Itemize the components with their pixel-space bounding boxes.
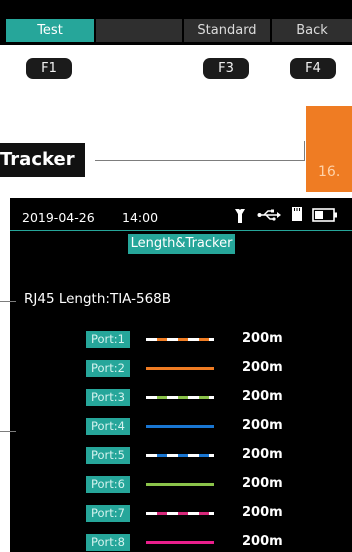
- callout-leader-line: [95, 160, 304, 161]
- port-length: 200m: [242, 418, 283, 433]
- port-length: 200m: [242, 505, 283, 520]
- standard-leader-line: [0, 301, 16, 302]
- wire-magenta: [146, 541, 214, 544]
- status-date: 2019-04-26: [22, 210, 95, 225]
- status-divider: [10, 230, 352, 231]
- wiremap-leader-line: [0, 431, 16, 432]
- torch-icon: [235, 208, 245, 223]
- port-badge: Port:3: [86, 389, 130, 406]
- wire-white-orange: [146, 338, 214, 341]
- port-badge: Port:7: [86, 505, 130, 522]
- softkey-back[interactable]: Back: [272, 19, 352, 42]
- screen-title: Length&Tracker: [128, 234, 235, 254]
- standard-text: RJ45 Length:TIA-568B: [24, 291, 172, 307]
- callout-label: Tracker: [0, 143, 85, 177]
- port-length: 200m: [242, 447, 283, 462]
- f3-key[interactable]: F3: [203, 58, 249, 79]
- port-length: 200m: [242, 389, 283, 404]
- f1-key[interactable]: F1: [26, 58, 72, 79]
- port-length: 200m: [242, 476, 283, 491]
- softkey-empty[interactable]: [96, 19, 182, 42]
- port-badge: Port:5: [86, 447, 130, 464]
- softkey-standard[interactable]: Standard: [184, 19, 270, 42]
- port-badge: Port:8: [86, 534, 130, 551]
- port-length: 200m: [242, 331, 283, 346]
- softkey-test[interactable]: Test: [6, 19, 94, 42]
- usb-icon: [257, 209, 281, 221]
- port-length: 200m: [242, 534, 283, 549]
- section-number: 16.: [318, 164, 341, 180]
- wire-white-green: [146, 396, 214, 399]
- port-badge: Port:2: [86, 360, 130, 377]
- wire-orange: [146, 367, 214, 370]
- port-badge: Port:4: [86, 418, 130, 435]
- wire-blue: [146, 425, 214, 428]
- callout-leader-tick: [304, 141, 305, 161]
- wire-green: [146, 483, 214, 486]
- wire-white-blue: [146, 454, 214, 457]
- battery-icon: [312, 208, 337, 222]
- sd-card-icon: [292, 207, 302, 221]
- f4-key[interactable]: F4: [290, 58, 336, 79]
- port-badge: Port:1: [86, 331, 130, 348]
- softkey-bar: Test Standard Back: [0, 0, 352, 45]
- wire-white-brown: [146, 512, 214, 515]
- port-length: 200m: [242, 360, 283, 375]
- port-badge: Port:6: [86, 476, 130, 493]
- status-time: 14:00: [122, 210, 159, 225]
